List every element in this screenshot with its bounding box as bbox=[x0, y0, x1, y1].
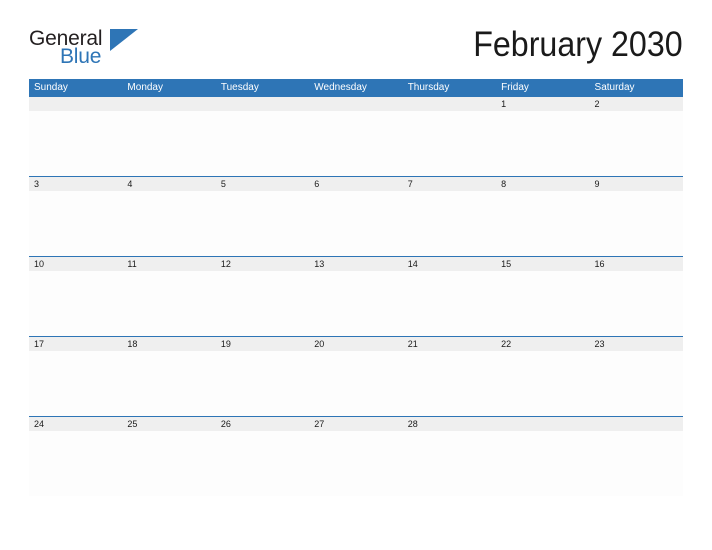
brand-logo[interactable]: General Blue bbox=[29, 28, 229, 72]
day-cell-body[interactable] bbox=[590, 111, 683, 176]
day-number[interactable]: 23 bbox=[590, 337, 683, 351]
week-row: 3 4 5 6 7 8 9 bbox=[29, 176, 683, 256]
weekday-header-thursday: Thursday bbox=[407, 82, 450, 93]
week-body bbox=[29, 111, 683, 176]
week-date-band: 10 11 12 13 14 15 16 bbox=[29, 257, 683, 271]
weekday-header-tuesday: Tuesday bbox=[220, 82, 259, 93]
day-cell-body[interactable] bbox=[29, 271, 122, 336]
day-cell-body[interactable] bbox=[122, 431, 215, 496]
day-number[interactable]: 11 bbox=[122, 257, 215, 271]
day-number[interactable]: 26 bbox=[216, 417, 309, 431]
day-cell-body[interactable] bbox=[590, 271, 683, 336]
day-cell-body[interactable] bbox=[122, 271, 215, 336]
day-cell-body[interactable] bbox=[496, 351, 589, 416]
day-cell-body[interactable] bbox=[590, 351, 683, 416]
day-cell-body[interactable] bbox=[403, 351, 496, 416]
day-cell-body[interactable] bbox=[309, 431, 402, 496]
day-number[interactable] bbox=[216, 97, 309, 111]
day-cell-body[interactable] bbox=[309, 271, 402, 336]
day-number[interactable]: 2 bbox=[590, 97, 683, 111]
day-number[interactable]: 3 bbox=[29, 177, 122, 191]
day-number[interactable]: 8 bbox=[496, 177, 589, 191]
day-number[interactable]: 4 bbox=[122, 177, 215, 191]
day-number[interactable]: 19 bbox=[216, 337, 309, 351]
day-cell-body[interactable] bbox=[29, 351, 122, 416]
day-number[interactable]: 10 bbox=[29, 257, 122, 271]
day-cell-body[interactable] bbox=[216, 111, 309, 176]
day-number[interactable]: 5 bbox=[216, 177, 309, 191]
weekday-header-row: Sunday Monday Tuesday Wednesday Thursday… bbox=[29, 79, 683, 96]
day-number[interactable] bbox=[309, 97, 402, 111]
week-row: 1 2 bbox=[29, 96, 683, 176]
week-row: 24 25 26 27 28 bbox=[29, 416, 683, 496]
day-cell-body[interactable] bbox=[590, 191, 683, 256]
week-date-band: 1 2 bbox=[29, 97, 683, 111]
day-cell-body[interactable] bbox=[216, 351, 309, 416]
page-header: General Blue February 2030 bbox=[29, 24, 683, 72]
week-body bbox=[29, 191, 683, 256]
day-number[interactable]: 16 bbox=[590, 257, 683, 271]
week-body bbox=[29, 351, 683, 416]
week-date-band: 17 18 19 20 21 22 23 bbox=[29, 337, 683, 351]
day-number[interactable]: 24 bbox=[29, 417, 122, 431]
day-number[interactable] bbox=[496, 417, 589, 431]
day-number[interactable]: 14 bbox=[403, 257, 496, 271]
day-number[interactable]: 18 bbox=[122, 337, 215, 351]
day-number[interactable] bbox=[29, 97, 122, 111]
weekday-header-monday: Monday bbox=[127, 82, 163, 93]
day-number[interactable] bbox=[403, 97, 496, 111]
weekday-header-saturday: Saturday bbox=[594, 82, 635, 93]
day-cell-body[interactable] bbox=[403, 431, 496, 496]
day-cell-body[interactable] bbox=[29, 191, 122, 256]
week-body bbox=[29, 271, 683, 336]
day-number[interactable]: 13 bbox=[309, 257, 402, 271]
weekday-header-wednesday: Wednesday bbox=[314, 82, 367, 93]
page-title: February 2030 bbox=[473, 25, 683, 64]
day-number[interactable]: 1 bbox=[496, 97, 589, 111]
day-cell-body[interactable] bbox=[216, 191, 309, 256]
day-cell-body[interactable] bbox=[590, 431, 683, 496]
day-cell-body[interactable] bbox=[403, 191, 496, 256]
brand-name-blue: Blue bbox=[60, 45, 102, 68]
day-number[interactable]: 20 bbox=[309, 337, 402, 351]
day-cell-body[interactable] bbox=[309, 191, 402, 256]
day-number[interactable] bbox=[590, 417, 683, 431]
day-number[interactable]: 21 bbox=[403, 337, 496, 351]
day-number[interactable]: 15 bbox=[496, 257, 589, 271]
day-number[interactable]: 9 bbox=[590, 177, 683, 191]
day-cell-body[interactable] bbox=[216, 271, 309, 336]
weekday-header-friday: Friday bbox=[501, 82, 529, 93]
day-number[interactable]: 17 bbox=[29, 337, 122, 351]
day-number[interactable]: 6 bbox=[309, 177, 402, 191]
week-body bbox=[29, 431, 683, 496]
day-number[interactable]: 28 bbox=[403, 417, 496, 431]
day-cell-body[interactable] bbox=[403, 271, 496, 336]
day-cell-body[interactable] bbox=[216, 431, 309, 496]
week-date-band: 3 4 5 6 7 8 9 bbox=[29, 177, 683, 191]
day-number[interactable]: 27 bbox=[309, 417, 402, 431]
week-date-band: 24 25 26 27 28 bbox=[29, 417, 683, 431]
day-cell-body[interactable] bbox=[496, 271, 589, 336]
day-cell-body[interactable] bbox=[122, 351, 215, 416]
week-row: 10 11 12 13 14 15 16 bbox=[29, 256, 683, 336]
day-cell-body[interactable] bbox=[309, 351, 402, 416]
day-cell-body[interactable] bbox=[29, 431, 122, 496]
day-cell-body[interactable] bbox=[496, 191, 589, 256]
day-cell-body[interactable] bbox=[122, 111, 215, 176]
day-number[interactable]: 22 bbox=[496, 337, 589, 351]
blue-flag-icon bbox=[110, 29, 138, 51]
day-cell-body[interactable] bbox=[403, 111, 496, 176]
week-row: 17 18 19 20 21 22 23 bbox=[29, 336, 683, 416]
day-cell-body[interactable] bbox=[29, 111, 122, 176]
day-number[interactable]: 12 bbox=[216, 257, 309, 271]
day-cell-body[interactable] bbox=[309, 111, 402, 176]
day-number[interactable]: 7 bbox=[403, 177, 496, 191]
weekday-header-sunday: Sunday bbox=[34, 82, 68, 93]
day-number[interactable]: 25 bbox=[122, 417, 215, 431]
day-cell-body[interactable] bbox=[122, 191, 215, 256]
calendar-grid: Sunday Monday Tuesday Wednesday Thursday… bbox=[29, 79, 683, 496]
day-cell-body[interactable] bbox=[496, 431, 589, 496]
day-cell-body[interactable] bbox=[496, 111, 589, 176]
day-number[interactable] bbox=[122, 97, 215, 111]
